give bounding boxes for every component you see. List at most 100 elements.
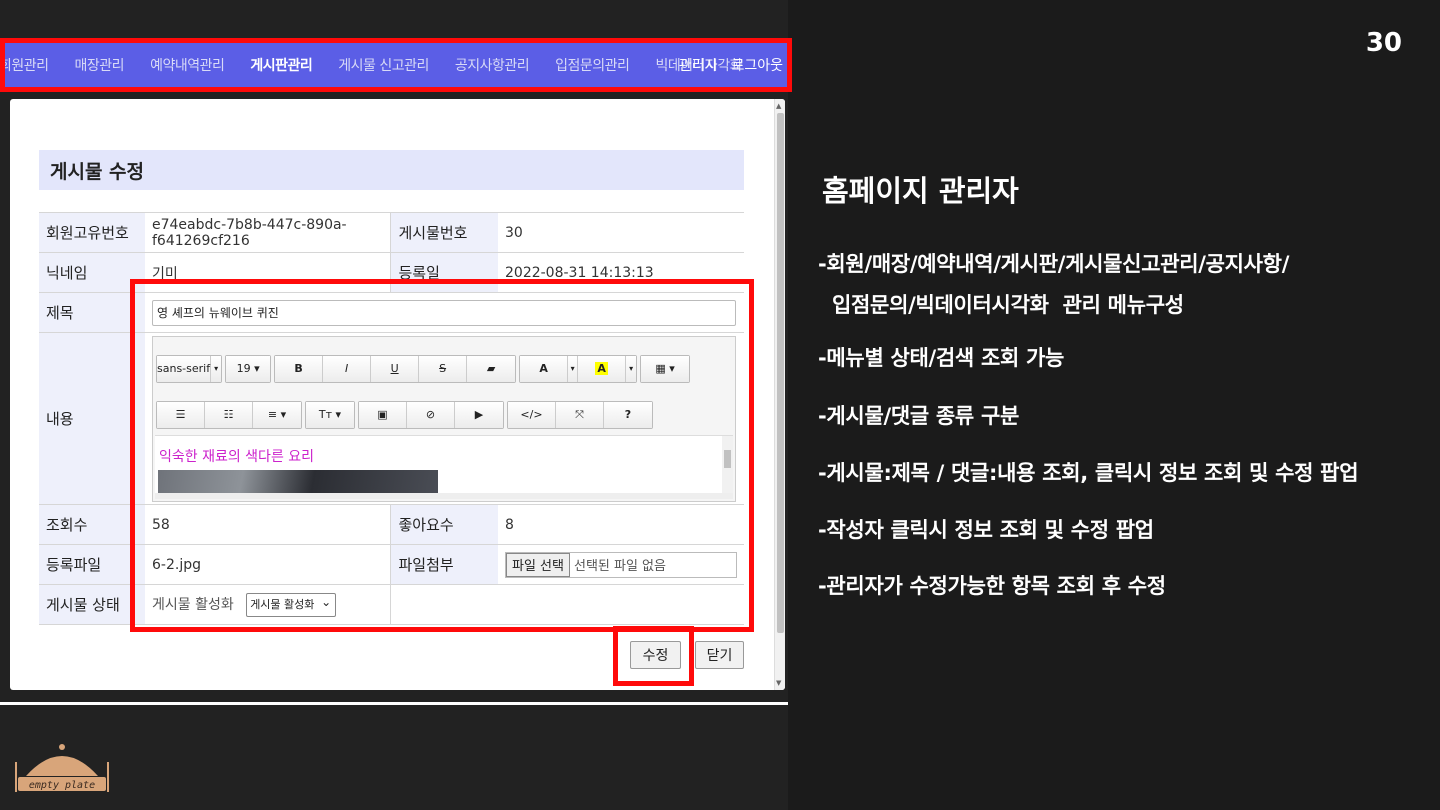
- editor-toolbar-row-2: ☰ ☷ ≡ ▾ Tт ▾ ▣ ⊘ ▶ </> ⤧ ?: [156, 400, 653, 429]
- line-height-button[interactable]: Tт ▾: [306, 401, 354, 428]
- member-id-label: 회원고유번호: [39, 212, 145, 253]
- editor-resize-handle[interactable]: [155, 492, 733, 499]
- code-icon: </>: [520, 408, 543, 421]
- fullscreen-button[interactable]: ⤧: [556, 401, 604, 428]
- italic-icon: I: [344, 362, 349, 375]
- nav-item-reports[interactable]: 게시물 신고관리: [338, 55, 429, 75]
- font-family-dropdown[interactable]: sans-serif: [157, 355, 212, 382]
- underline-button[interactable]: U: [371, 355, 420, 382]
- subject-label: 제목: [39, 292, 145, 333]
- status-label: 게시물 상태: [39, 584, 145, 625]
- ordered-list-icon: ☷: [223, 408, 234, 421]
- editor-scrollbar[interactable]: [722, 435, 733, 498]
- italic-button[interactable]: I: [323, 355, 372, 382]
- status-value: 게시물 활성화: [152, 596, 234, 613]
- popup-scroll-thumb[interactable]: [777, 113, 784, 633]
- strikethrough-button[interactable]: S: [419, 355, 468, 382]
- post-no-label: 게시물번호: [390, 212, 498, 253]
- nav-item-members[interactable]: 회원관리: [5, 55, 49, 75]
- nav-item-board[interactable]: 게시판관리: [250, 55, 312, 75]
- status-select[interactable]: 게시물 활성화: [246, 591, 337, 617]
- subject-cell: 영 셰프의 뉴웨이브 퀴진: [145, 292, 744, 333]
- bullet-menu-list: -회원/매장/예약내역/게시판/게시물신고관리/공지사항/: [818, 252, 1290, 276]
- video-icon: ▶: [474, 408, 484, 421]
- empty-plate-logo: empty plate: [12, 740, 112, 796]
- font-family-caret-icon[interactable]: ▾: [211, 355, 222, 382]
- scroll-down-icon[interactable]: ▼: [776, 679, 781, 687]
- unordered-list-icon: ☰: [175, 408, 186, 421]
- font-size-value: 19: [236, 362, 251, 375]
- likes-value: 8: [498, 504, 744, 545]
- bold-icon: B: [294, 362, 303, 375]
- choose-file-button[interactable]: 파일 선택: [506, 552, 570, 577]
- paragraph-align-button[interactable]: ≡ ▾: [253, 401, 301, 428]
- bullet-menu-list-cont: 입점문의/빅데이터시각화 관리 메뉴구성: [818, 293, 1184, 317]
- post-no-value: 30: [498, 212, 744, 253]
- strikethrough-icon: S: [439, 362, 447, 375]
- nav-item-reservations[interactable]: 예약내역관리: [150, 55, 225, 75]
- highlight-caret-icon[interactable]: ▾: [626, 355, 637, 382]
- fullscreen-icon: ⤧: [575, 407, 584, 421]
- insert-link-button[interactable]: ⊘: [407, 401, 455, 428]
- no-file-text: 선택된 파일 없음: [573, 559, 666, 574]
- bullet-author-popup: -작성자 클릭시 정보 조회 및 수정 팝업: [818, 518, 1154, 542]
- scroll-up-icon[interactable]: ▲: [776, 102, 781, 110]
- highlight-icon: A: [595, 362, 608, 375]
- popup-title: 게시물 수정: [39, 150, 744, 190]
- post-info-table: 회원고유번호 e74eabdc-7b8b-447c-890a-f641269cf…: [39, 212, 744, 625]
- bold-button[interactable]: B: [275, 355, 324, 382]
- code-view-button[interactable]: </>: [508, 401, 556, 428]
- font-color-button[interactable]: A: [520, 355, 569, 382]
- reg-date-label: 등록일: [390, 252, 498, 293]
- file-name-value: 6-2.jpg: [145, 544, 391, 585]
- nav-item-inquiries[interactable]: 입점문의관리: [555, 55, 630, 75]
- ordered-list-button[interactable]: ☷: [205, 401, 253, 428]
- logout-link[interactable]: 로그아웃: [731, 55, 783, 75]
- submit-edit-button[interactable]: 수정: [630, 641, 681, 669]
- edit-post-popup: 게시물 수정 회원고유번호 e74eabdc-7b8b-447c-890a-f6…: [10, 99, 785, 690]
- image-icon: ▣: [377, 408, 388, 421]
- member-id-value: e74eabdc-7b8b-447c-890a-f641269cf216: [145, 212, 391, 253]
- bullet-post-type: -게시물/댓글 종류 구분: [818, 404, 1019, 428]
- insert-video-button[interactable]: ▶: [455, 401, 503, 428]
- content-cell: sans-serif ▾ 19 ▾ B I U S ▰ A ▾ A ▾ ▦ ▾ …: [145, 332, 744, 505]
- unordered-list-button[interactable]: ☰: [157, 401, 205, 428]
- attach-label: 파일첨부: [390, 544, 498, 585]
- underline-icon: U: [390, 362, 399, 375]
- likes-label: 좋아요수: [390, 504, 498, 545]
- font-color-icon: A: [539, 362, 548, 375]
- bullet-admin-edit: -관리자가 수정가능한 항목 조회 후 수정: [818, 574, 1166, 598]
- link-icon: ⊘: [425, 408, 436, 421]
- font-size-dropdown[interactable]: 19 ▾: [226, 355, 271, 382]
- reg-date-value: 2022-08-31 14:13:13: [498, 252, 744, 293]
- content-text: 익숙한 재료의 색다른 요리: [159, 448, 315, 465]
- divider-line: [0, 702, 788, 705]
- cloche-icon: empty plate: [15, 744, 109, 792]
- popup-scrollbar[interactable]: ▲ ▼: [774, 99, 785, 690]
- help-button[interactable]: ?: [604, 401, 652, 428]
- file-label: 등록파일: [39, 544, 145, 585]
- nav-item-stores[interactable]: 매장관리: [75, 55, 125, 75]
- nav-admin-link[interactable]: 관리자: [679, 55, 718, 75]
- views-value: 58: [145, 504, 391, 545]
- align-icon: ≡: [267, 408, 278, 421]
- nav-item-notices[interactable]: 공지사항관리: [455, 55, 530, 75]
- rich-text-editor: sans-serif ▾ 19 ▾ B I U S ▰ A ▾ A ▾ ▦ ▾ …: [152, 335, 736, 502]
- help-icon: ?: [624, 408, 632, 421]
- status-cell: 게시물 활성화 게시물 활성화: [145, 584, 391, 625]
- admin-nav-bar: 회원관리 매장관리 예약내역관리 게시판관리 게시물 신고관리 공지사항관리 입…: [0, 38, 792, 92]
- subject-input[interactable]: 영 셰프의 뉴웨이브 퀴진: [152, 299, 736, 326]
- nickname-value: 기미: [145, 252, 391, 293]
- insert-image-button[interactable]: ▣: [359, 401, 407, 428]
- table-button[interactable]: ▦ ▾: [641, 355, 690, 382]
- editor-content-area[interactable]: 익숙한 재료의 색다른 요리: [155, 434, 733, 499]
- section-heading: 홈페이지 관리자: [822, 174, 1019, 208]
- highlight-color-button[interactable]: A: [578, 355, 627, 382]
- editor-scroll-thumb[interactable]: [724, 449, 731, 468]
- attach-cell: 파일 선택 선택된 파일 없음: [498, 544, 744, 585]
- file-input: 파일 선택 선택된 파일 없음: [505, 551, 737, 578]
- close-button[interactable]: 닫기: [695, 641, 744, 669]
- font-color-caret-icon[interactable]: ▾: [568, 355, 579, 382]
- eraser-button[interactable]: ▰: [467, 355, 516, 382]
- table-icon: ▦: [655, 362, 666, 375]
